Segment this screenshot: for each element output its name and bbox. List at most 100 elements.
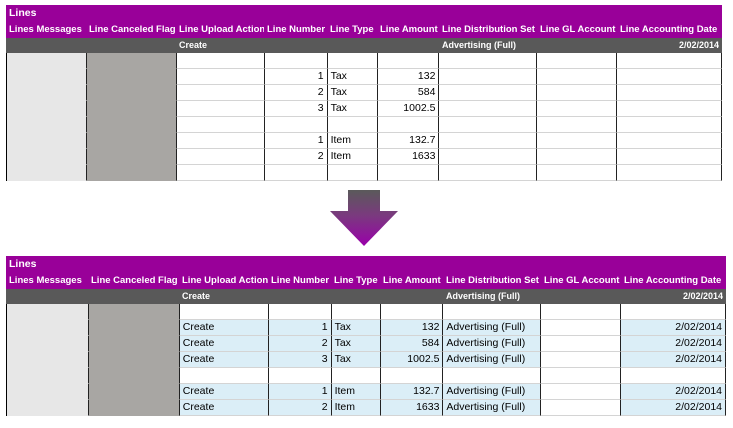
table-cell[interactable] [621, 304, 727, 320]
table-cell[interactable]: 2/02/2014 [621, 384, 727, 400]
table-cell[interactable]: 2 [264, 149, 328, 165]
lines-messages-cell[interactable] [7, 101, 87, 117]
table-cell[interactable] [439, 69, 538, 85]
default-accounting-date[interactable]: 2/02/2014 [683, 289, 723, 304]
table-cell[interactable]: 2 [264, 85, 328, 101]
table-cell[interactable]: 2/02/2014 [621, 352, 727, 368]
table-cell[interactable] [264, 165, 328, 181]
default-accounting-date[interactable]: 2/02/2014 [679, 38, 719, 53]
column-header[interactable]: Line Distribution Set [439, 22, 537, 38]
line-canceled-flag-cell[interactable] [88, 400, 180, 416]
table-cell[interactable] [541, 336, 622, 352]
table-cell[interactable]: Create [179, 352, 269, 368]
lines-messages-cell[interactable] [7, 53, 87, 69]
column-header[interactable]: Line Amount [380, 273, 443, 289]
table-cell[interactable] [176, 117, 265, 133]
table-cell[interactable] [541, 320, 622, 336]
table-cell[interactable] [176, 85, 265, 101]
table-cell[interactable] [327, 165, 378, 181]
table-cell[interactable] [617, 85, 723, 101]
table-cell[interactable]: 2/02/2014 [621, 320, 727, 336]
table-cell[interactable]: Create [179, 336, 269, 352]
lines-messages-cell[interactable] [7, 165, 87, 181]
column-header[interactable]: Line Accounting Date [617, 22, 722, 38]
table-cell[interactable] [176, 101, 265, 117]
table-cell[interactable] [327, 53, 378, 69]
table-cell[interactable]: 132 [380, 320, 444, 336]
column-header[interactable]: Line Number [264, 22, 327, 38]
table-cell[interactable] [268, 368, 332, 384]
table-cell[interactable] [176, 149, 265, 165]
column-header[interactable]: Line Type [331, 273, 380, 289]
table-cell[interactable] [617, 101, 723, 117]
table-cell[interactable]: Tax [327, 69, 378, 85]
table-cell[interactable] [537, 53, 618, 69]
lines-messages-cell[interactable] [7, 117, 87, 133]
table-cell[interactable]: Advertising (Full) [443, 320, 542, 336]
column-header[interactable]: Line GL Account [541, 273, 621, 289]
table-cell[interactable]: Tax [331, 352, 381, 368]
table-cell[interactable]: Tax [331, 336, 381, 352]
table-cell[interactable]: 3 [264, 101, 328, 117]
column-header[interactable]: Line GL Account [537, 22, 617, 38]
table-cell[interactable]: 2/02/2014 [621, 400, 727, 416]
table-cell[interactable] [541, 304, 622, 320]
table-cell[interactable]: 1633 [377, 149, 440, 165]
default-upload-action[interactable]: Create [182, 289, 210, 304]
line-canceled-flag-cell[interactable] [86, 149, 177, 165]
table-cell[interactable]: Tax [327, 85, 378, 101]
table-cell[interactable] [176, 165, 265, 181]
table-cell[interactable] [377, 53, 440, 69]
table-cell[interactable] [439, 85, 538, 101]
lines-messages-cell[interactable] [7, 320, 89, 336]
table-cell[interactable]: 2 [268, 336, 332, 352]
table-cell[interactable]: Advertising (Full) [443, 384, 542, 400]
table-cell[interactable] [537, 149, 618, 165]
lines-messages-cell[interactable] [7, 384, 89, 400]
table-cell[interactable] [541, 384, 622, 400]
table-cell[interactable]: 132.7 [380, 384, 444, 400]
table-cell[interactable] [617, 165, 723, 181]
table-cell[interactable] [443, 368, 542, 384]
column-header[interactable]: Line Distribution Set [443, 273, 541, 289]
table-cell[interactable]: Create [179, 320, 269, 336]
column-header[interactable]: Line Number [268, 273, 331, 289]
table-cell[interactable] [443, 304, 542, 320]
column-header[interactable]: Lines Messages [6, 22, 86, 38]
table-cell[interactable] [176, 53, 265, 69]
default-distribution-set[interactable]: Advertising (Full) [446, 289, 520, 304]
line-canceled-flag-cell[interactable] [88, 304, 180, 320]
line-canceled-flag-cell[interactable] [86, 133, 177, 149]
table-cell[interactable] [327, 117, 378, 133]
table-cell[interactable]: 1 [264, 133, 328, 149]
table-cell[interactable] [617, 133, 723, 149]
table-cell[interactable]: Item [327, 149, 378, 165]
table-cell[interactable]: Item [331, 384, 381, 400]
table-cell[interactable]: 1002.5 [377, 101, 440, 117]
table-cell[interactable]: 2/02/2014 [621, 336, 727, 352]
table-cell[interactable]: 1 [268, 320, 332, 336]
line-canceled-flag-cell[interactable] [88, 336, 180, 352]
table-cell[interactable]: Create [179, 400, 269, 416]
table-cell[interactable] [439, 133, 538, 149]
line-canceled-flag-cell[interactable] [86, 117, 177, 133]
table-cell[interactable] [537, 101, 618, 117]
lines-messages-cell[interactable] [7, 69, 87, 85]
table-cell[interactable] [264, 53, 328, 69]
table-cell[interactable]: Tax [331, 320, 381, 336]
table-cell[interactable] [331, 368, 381, 384]
table-cell[interactable] [541, 368, 622, 384]
column-header[interactable]: Line Type [327, 22, 377, 38]
table-cell[interactable]: Create [179, 384, 269, 400]
table-cell[interactable] [439, 149, 538, 165]
table-cell[interactable] [179, 368, 269, 384]
table-cell[interactable] [537, 117, 618, 133]
table-cell[interactable] [377, 117, 440, 133]
column-header[interactable]: Line Upload Action [176, 22, 264, 38]
table-cell[interactable]: Advertising (Full) [443, 400, 542, 416]
line-canceled-flag-cell[interactable] [86, 101, 177, 117]
table-cell[interactable]: 132.7 [377, 133, 440, 149]
table-cell[interactable] [617, 117, 723, 133]
lines-messages-cell[interactable] [7, 133, 87, 149]
table-cell[interactable] [179, 304, 269, 320]
